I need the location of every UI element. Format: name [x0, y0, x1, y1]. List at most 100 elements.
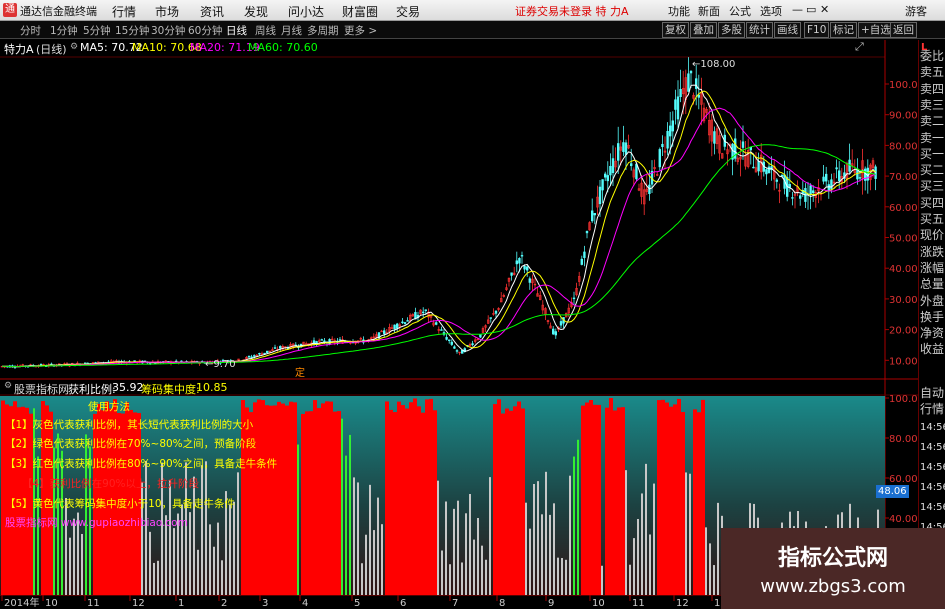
low-price-label: ←9.70 — [205, 359, 236, 370]
indicator-bar — [305, 411, 309, 595]
candle-body — [757, 160, 760, 172]
candle-body — [518, 258, 521, 264]
indicator-bar — [261, 400, 265, 595]
indicator-bar — [73, 518, 75, 595]
indicator-bar — [425, 399, 429, 595]
quote-item[interactable]: 卖二 — [920, 114, 945, 128]
candle-body — [450, 341, 453, 345]
indicator-bar — [653, 483, 655, 595]
trade-time: 14:56 — [920, 442, 945, 453]
indicator-bar — [573, 456, 575, 595]
indicator-source[interactable]: 股票指标网 — [14, 381, 69, 397]
indicator-bar — [613, 410, 617, 595]
panel-tab[interactable]: 自动 — [920, 386, 945, 400]
indicator-bar — [297, 444, 299, 595]
price-tick-label: 40.00 — [889, 264, 918, 275]
indicator-bar — [497, 399, 501, 595]
indicator-bar — [493, 404, 497, 595]
indicator-bar — [657, 400, 661, 595]
candle-body — [767, 166, 771, 174]
chart-expand-icon[interactable]: ⤢ — [855, 40, 864, 54]
candle-body — [320, 339, 323, 341]
quote-item[interactable]: 涨跌 — [920, 245, 945, 259]
indicator-bar — [601, 565, 603, 595]
candle-body — [523, 266, 526, 270]
settings-gear-icon[interactable]: ⚙ — [70, 42, 78, 52]
candle-body — [713, 131, 716, 144]
high-price-label: ←108.00 — [692, 59, 735, 70]
indicator-bar — [701, 399, 705, 595]
candle-body — [510, 272, 513, 276]
candle-body — [697, 94, 701, 98]
indicator-bar — [401, 405, 405, 595]
marker-label: 定 — [295, 366, 305, 379]
candle-body — [765, 169, 768, 175]
candle-body — [603, 173, 607, 178]
candle-body — [528, 278, 532, 283]
price-tick-label: 80.00 — [889, 141, 918, 152]
candle-body — [694, 78, 698, 89]
indicator-bar — [469, 494, 471, 595]
indicator-bar — [537, 481, 539, 595]
indicator-bar — [193, 476, 195, 595]
note-line: 【4】获利比例在90%以上，拉升阶段 — [22, 478, 200, 490]
quote-item[interactable]: 现价 — [920, 228, 945, 242]
indicator-bar — [505, 408, 509, 595]
quote-item[interactable]: 买五 — [920, 212, 945, 226]
time-axis-label: 12 — [676, 598, 689, 609]
indicator-bar — [589, 400, 593, 595]
quote-item[interactable]: 卖一 — [920, 131, 945, 145]
time-axis-label: 9 — [548, 598, 554, 609]
time-axis-label: 2 — [221, 598, 227, 609]
quote-item[interactable]: 收益 — [920, 342, 945, 356]
indicator-bar — [581, 405, 585, 595]
quote-item[interactable]: 买二 — [920, 163, 945, 177]
candle-body — [273, 347, 277, 349]
quote-item[interactable]: 买一 — [920, 147, 945, 161]
candle-body — [424, 309, 427, 311]
indicator-bar — [377, 497, 379, 595]
note-line: 【3】红色代表获利比例在80%~90%之间，具备走牛条件 — [5, 458, 278, 470]
indicator-bar — [641, 493, 643, 595]
indicator-bar — [341, 418, 343, 595]
indicator-bar — [453, 508, 455, 595]
quote-item[interactable]: 换手 — [920, 310, 945, 324]
indicator-bar — [473, 539, 475, 595]
indicator-bar — [445, 501, 447, 595]
indicator-tick-label: 80.00 — [889, 434, 918, 445]
quote-item[interactable]: 买四 — [920, 196, 945, 210]
quote-item[interactable]: 卖四 — [920, 82, 945, 96]
indicator-bar — [221, 560, 223, 595]
quote-item[interactable]: 总量 — [920, 277, 945, 291]
indicator-bar — [461, 562, 463, 595]
quote-item[interactable]: 净资 — [920, 326, 945, 340]
quote-item[interactable]: 卖三 — [920, 98, 945, 112]
quote-item[interactable]: 委比 — [920, 49, 945, 63]
candle-body — [447, 339, 451, 342]
indicator-bar — [457, 500, 459, 595]
indicator-bar — [509, 410, 513, 595]
indicator-bar — [433, 410, 437, 595]
indicator-settings-gear-icon[interactable]: ⚙ — [4, 381, 12, 391]
indicator-bar — [409, 402, 413, 595]
candle-body — [525, 266, 529, 271]
indicator-bar — [369, 484, 371, 595]
price-tick-label: 70.00 — [889, 172, 918, 183]
quote-item[interactable]: 涨幅 — [920, 261, 945, 275]
quote-item[interactable]: 买三 — [920, 179, 945, 193]
concentration-value: 10.85 — [196, 381, 228, 394]
candle-body — [406, 320, 409, 322]
indicator-bar — [413, 398, 417, 595]
indicator-bar — [593, 404, 597, 595]
candle-body — [393, 324, 396, 329]
quote-item[interactable]: 卖五 — [920, 65, 945, 79]
indicator-bar — [289, 401, 293, 595]
quote-item[interactable]: 外盘 — [920, 294, 945, 308]
time-axis-label: 7 — [452, 598, 458, 609]
indicator-bar — [265, 405, 269, 595]
candle-body — [671, 120, 675, 132]
panel-tab[interactable]: 行情 — [920, 402, 945, 416]
candle-body — [629, 163, 633, 167]
candle-body — [824, 173, 828, 182]
indicator-bar — [485, 559, 487, 595]
